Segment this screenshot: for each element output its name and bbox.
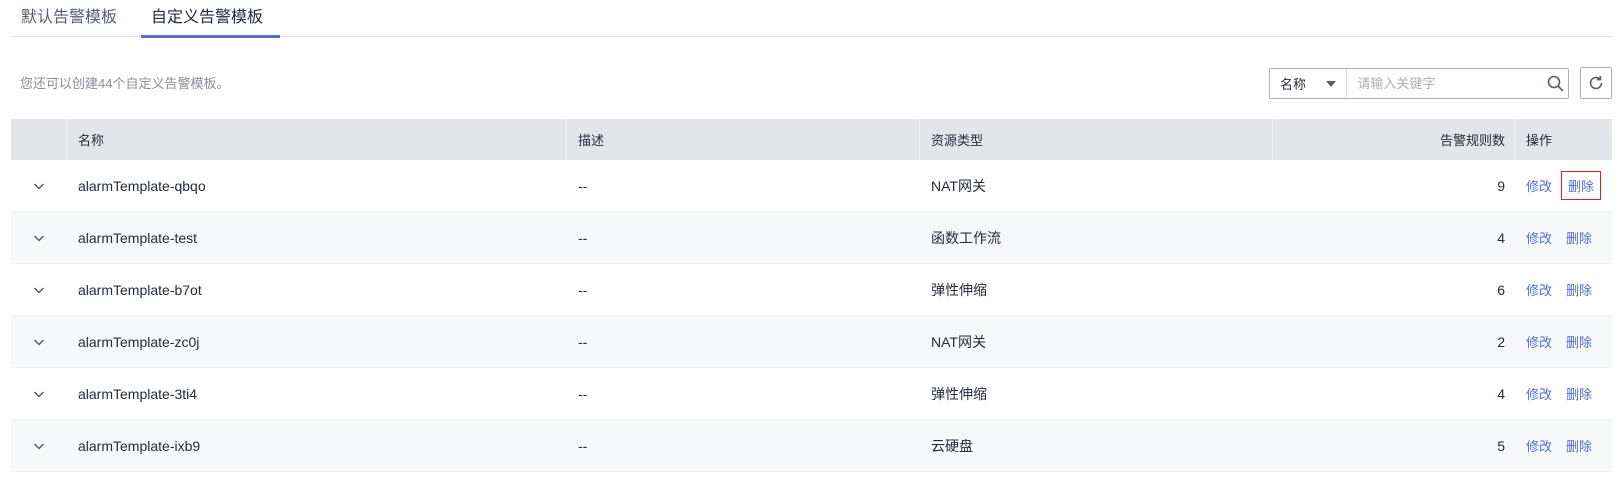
table-row: alarmTemplate-ixb9 -- 云硬盘 5 修改 删除 <box>11 420 1612 472</box>
edit-link[interactable]: 修改 <box>1526 176 1552 195</box>
cell-name: alarmTemplate-b7ot <box>78 281 202 298</box>
delete-link[interactable]: 删除 <box>1566 228 1592 247</box>
refresh-icon <box>1589 76 1603 90</box>
chevron-down-icon <box>33 182 45 190</box>
expand-row-button[interactable] <box>11 420 67 471</box>
cell-name: alarmTemplate-qbqo <box>78 177 206 194</box>
expand-row-button[interactable] <box>11 160 67 211</box>
chevron-down-icon <box>33 390 45 398</box>
search-field-select[interactable]: 名称 <box>1270 69 1348 98</box>
table-row: alarmTemplate-test -- 函数工作流 4 修改 删除 <box>11 212 1612 264</box>
template-table: 名称 描述 资源类型 告警规则数 操作 alarmTemplate-qbqo -… <box>11 119 1612 472</box>
cell-rule-count: 6 <box>1497 281 1505 298</box>
delete-link[interactable]: 删除 <box>1561 171 1602 200</box>
edit-link[interactable]: 修改 <box>1526 228 1552 247</box>
table-row: alarmTemplate-zc0j -- NAT网关 2 修改 删除 <box>11 316 1612 368</box>
cell-name: alarmTemplate-zc0j <box>78 333 200 350</box>
chevron-down-icon <box>33 286 45 294</box>
cell-description: -- <box>578 385 588 402</box>
cell-operations: 修改 删除 <box>1515 160 1612 211</box>
cell-resource-type: NAT网关 <box>931 177 986 194</box>
cell-rule-count: 4 <box>1497 229 1505 246</box>
cell-rule-count: 4 <box>1497 385 1505 402</box>
cell-resource-type: NAT网关 <box>931 333 986 350</box>
edit-link[interactable]: 修改 <box>1526 384 1552 403</box>
cell-resource-type: 函数工作流 <box>931 229 1001 246</box>
cell-operations: 修改 删除 <box>1515 420 1612 471</box>
search-input[interactable] <box>1347 69 1544 98</box>
expand-row-button[interactable] <box>11 264 67 315</box>
table-row: alarmTemplate-qbqo -- NAT网关 9 修改 删除 <box>11 160 1612 212</box>
delete-link[interactable]: 删除 <box>1566 280 1592 299</box>
table-body: alarmTemplate-qbqo -- NAT网关 9 修改 删除 alar… <box>11 160 1612 472</box>
caret-down-icon <box>1326 80 1337 87</box>
cell-description: -- <box>578 437 588 454</box>
delete-link[interactable]: 删除 <box>1566 436 1592 455</box>
tab-custom-templates-label: 自定义告警模板 <box>151 9 264 26</box>
active-tab-indicator <box>141 35 280 38</box>
header-description: 描述 <box>567 119 920 160</box>
cell-rule-count: 5 <box>1497 437 1505 454</box>
header-name: 名称 <box>67 119 567 160</box>
cell-rule-count: 2 <box>1497 333 1505 350</box>
chevron-down-icon <box>33 234 45 242</box>
cell-resource-type: 弹性伸缩 <box>931 385 987 402</box>
edit-link[interactable]: 修改 <box>1526 332 1552 351</box>
edit-link[interactable]: 修改 <box>1526 280 1552 299</box>
tab-default-templates[interactable]: 默认告警模板 <box>21 6 117 36</box>
cell-description: -- <box>578 177 588 194</box>
expand-row-button[interactable] <box>11 368 67 419</box>
header-expand <box>11 119 67 160</box>
expand-row-button[interactable] <box>11 316 67 367</box>
cell-resource-type: 弹性伸缩 <box>931 281 987 298</box>
header-resource-type: 资源类型 <box>920 119 1273 160</box>
cell-operations: 修改 删除 <box>1515 368 1612 419</box>
cell-name: alarmTemplate-test <box>78 229 198 246</box>
table-header: 名称 描述 资源类型 告警规则数 操作 <box>11 119 1612 160</box>
search-box: 名称 <box>1269 68 1569 99</box>
refresh-button[interactable] <box>1580 67 1612 99</box>
cell-rule-count: 9 <box>1497 177 1505 194</box>
tab-custom-templates[interactable]: 自定义告警模板 <box>141 6 280 38</box>
tab-bar: 默认告警模板 自定义告警模板 <box>11 0 1612 38</box>
expand-row-button[interactable] <box>11 212 67 263</box>
header-rule-count: 告警规则数 <box>1273 119 1515 160</box>
search-field-value: 名称 <box>1280 77 1307 92</box>
cell-description: -- <box>578 333 588 350</box>
cell-operations: 修改 删除 <box>1515 316 1612 367</box>
table-row: alarmTemplate-b7ot -- 弹性伸缩 6 修改 删除 <box>11 264 1612 316</box>
table-row: alarmTemplate-3ti4 -- 弹性伸缩 4 修改 删除 <box>11 368 1612 420</box>
edit-link[interactable]: 修改 <box>1526 436 1552 455</box>
chevron-down-icon <box>33 442 45 450</box>
cell-description: -- <box>578 229 588 246</box>
cell-operations: 修改 删除 <box>1515 264 1612 315</box>
quota-hint: 您还可以创建44个自定义告警模板。 <box>20 76 230 91</box>
search-icon[interactable] <box>1543 69 1568 98</box>
chevron-down-icon <box>33 338 45 346</box>
cell-description: -- <box>578 281 588 298</box>
cell-name: alarmTemplate-ixb9 <box>78 437 201 454</box>
cell-name: alarmTemplate-3ti4 <box>78 385 198 402</box>
delete-link[interactable]: 删除 <box>1566 332 1592 351</box>
header-operations: 操作 <box>1526 133 1553 148</box>
delete-link[interactable]: 删除 <box>1566 384 1592 403</box>
cell-operations: 修改 删除 <box>1515 212 1612 263</box>
cell-resource-type: 云硬盘 <box>931 437 973 454</box>
